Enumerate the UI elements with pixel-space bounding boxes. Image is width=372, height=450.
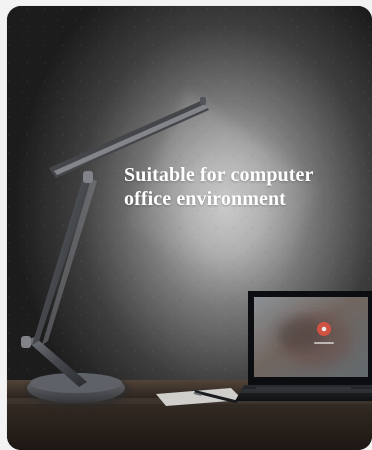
image-overlay [7, 6, 372, 450]
promo-caption: Suitable for computer office environment [124, 163, 354, 211]
caption-line-2: office environment [124, 188, 286, 210]
caption-line-1: Suitable for computer [124, 164, 314, 186]
product-scene-image: Suitable for computer office environment [7, 6, 372, 450]
desk-lamp-scene [7, 6, 372, 450]
